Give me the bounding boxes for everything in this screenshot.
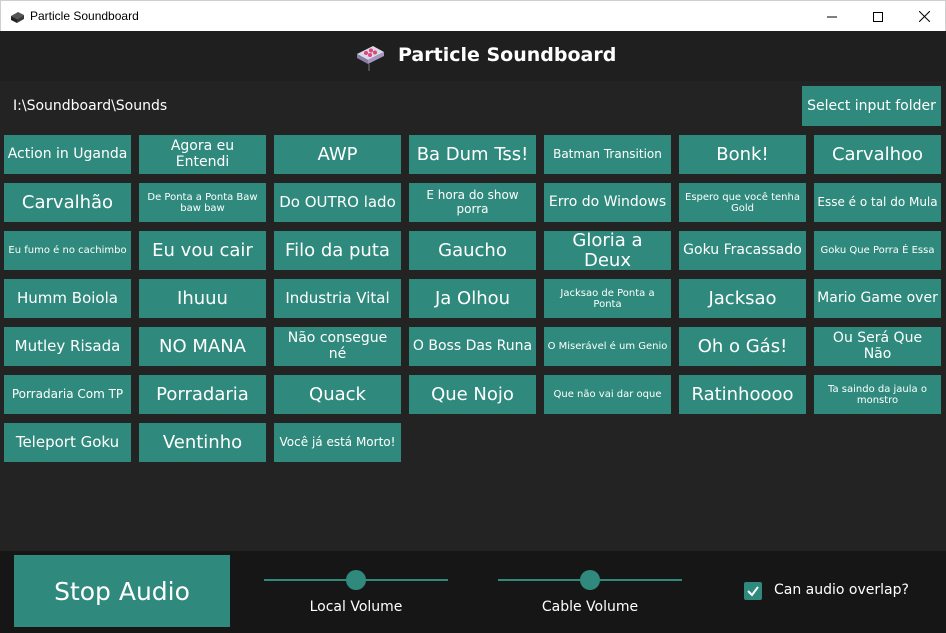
close-button[interactable] [901, 1, 946, 32]
local-volume-label: Local Volume [309, 599, 403, 615]
sound-button[interactable]: Jacksao [679, 279, 806, 318]
slider-thumb[interactable] [580, 570, 600, 590]
audio-overlap-label: Can audio overlap? [774, 582, 909, 598]
sound-button[interactable]: Erro do Windows [544, 183, 671, 222]
sound-button[interactable]: Batman Transition [544, 135, 671, 174]
sound-button[interactable]: Oh o Gás! [679, 327, 806, 366]
slider-thumb[interactable] [346, 570, 366, 590]
sound-button[interactable]: Action in Uganda [4, 135, 131, 174]
page-title: Particle Soundboard [398, 44, 617, 66]
minimize-button[interactable] [809, 1, 855, 32]
sound-button[interactable]: Eu vou cair [139, 231, 266, 270]
sound-button[interactable]: Eu fumo é no cachimbo [4, 231, 131, 270]
cable-volume-slider[interactable] [498, 570, 682, 590]
sound-button[interactable]: Quack [274, 375, 401, 414]
sound-button[interactable]: Esse é o tal do Mula [814, 183, 941, 222]
app-window: Particle Soundboard Particle Soundboard [0, 0, 946, 633]
stop-audio-button[interactable]: Stop Audio [14, 555, 230, 627]
sound-button[interactable]: O Miserável é um Genio [544, 327, 671, 366]
sound-button[interactable]: Carvalhão [4, 183, 131, 222]
maximize-icon [873, 11, 883, 22]
sound-button[interactable]: Goku Fracassado [679, 231, 806, 270]
sound-button[interactable]: De Ponta a Ponta Baw baw baw [139, 183, 266, 222]
sound-button[interactable]: NO MANA [139, 327, 266, 366]
sound-button[interactable]: Bonk! [679, 135, 806, 174]
sound-button[interactable]: Porradaria Com TP [4, 375, 131, 414]
cable-volume-label: Cable Volume [541, 599, 639, 615]
sound-button[interactable]: Ventinho [139, 423, 266, 462]
maximize-button[interactable] [855, 1, 901, 32]
sound-button[interactable]: AWP [274, 135, 401, 174]
folder-path: I:\Soundboard\Sounds [13, 98, 168, 114]
sound-button[interactable]: Agora eu Entendi [139, 135, 266, 174]
sound-button[interactable]: Gloria a Deux [544, 231, 671, 270]
sound-button[interactable]: O Boss Das Runa [409, 327, 536, 366]
sound-button[interactable]: Carvalhoo [814, 135, 941, 174]
sound-button[interactable]: Filo da puta [274, 231, 401, 270]
sound-button[interactable]: Não consegue né [274, 327, 401, 366]
sound-button[interactable]: Ta saindo da jaula o monstro [814, 375, 941, 414]
sound-button[interactable]: Ou Será Que Não [814, 327, 941, 366]
soundboard-app-icon [10, 9, 25, 23]
sound-button[interactable]: Jacksao de Ponta a Ponta [544, 279, 671, 318]
sound-button[interactable]: Teleport Goku [4, 423, 131, 462]
app-header: Particle Soundboard [0, 31, 946, 81]
checkmark-icon [747, 586, 759, 597]
sound-button[interactable]: Que não vai dar oque [544, 375, 671, 414]
sound-button[interactable]: Você já está Morto! [274, 423, 401, 462]
sound-button[interactable]: Ba Dum Tss! [409, 135, 536, 174]
sound-button[interactable]: Humm Boiola [4, 279, 131, 318]
sound-button[interactable]: Que Nojo [409, 375, 536, 414]
soundboard-logo-icon [355, 40, 385, 72]
sound-button[interactable]: Mutley Risada [4, 327, 131, 366]
close-icon [918, 11, 930, 22]
sound-button[interactable]: Ratinhoooo [679, 375, 806, 414]
sound-button[interactable]: Porradaria [139, 375, 266, 414]
sound-button[interactable]: Ja Olhou [409, 279, 536, 318]
select-input-folder-button[interactable]: Select input folder [802, 86, 941, 126]
window-title: Particle Soundboard [30, 9, 139, 23]
sound-button[interactable]: Gaucho [409, 231, 536, 270]
title-bar: Particle Soundboard [0, 0, 946, 31]
minimize-icon [827, 16, 837, 17]
sound-button[interactable]: Espero que você tenha Gold [679, 183, 806, 222]
sound-button[interactable]: Ihuuu [139, 279, 266, 318]
sound-button[interactable]: E hora do show porra [409, 183, 536, 222]
sound-button[interactable]: Goku Que Porra É Essa [814, 231, 941, 270]
local-volume-slider[interactable] [264, 570, 448, 590]
sound-button[interactable]: Industria Vital [274, 279, 401, 318]
sound-button[interactable]: Do OUTRO lado [274, 183, 401, 222]
sound-button[interactable]: Mario Game over [814, 279, 941, 318]
audio-overlap-checkbox[interactable] [744, 582, 762, 600]
